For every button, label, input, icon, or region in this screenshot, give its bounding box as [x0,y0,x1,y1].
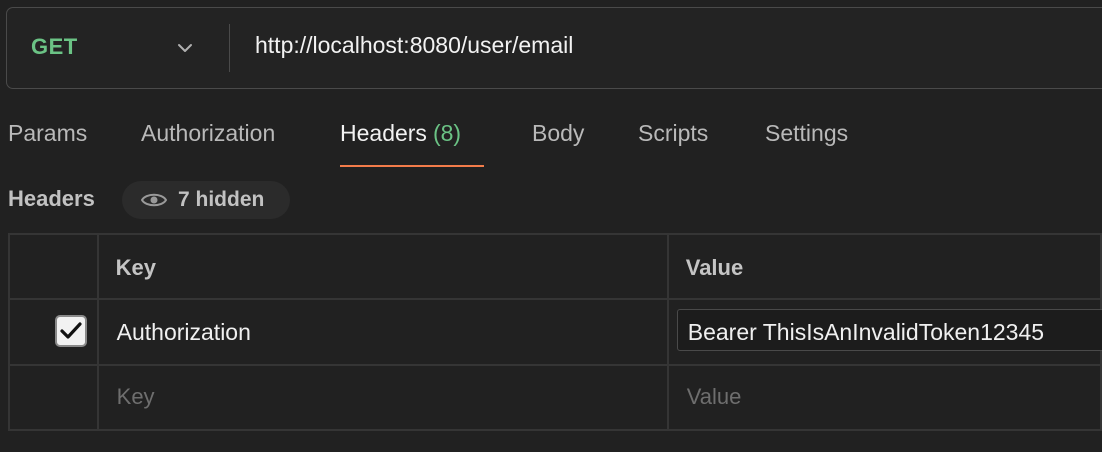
active-tab-indicator [340,165,484,167]
http-method-select[interactable]: GET [31,34,78,60]
headers-section-title: Headers [8,186,95,211]
tab-settings[interactable]: Settings [765,120,848,147]
hidden-headers-toggle[interactable]: 7 hidden [122,181,290,219]
row-key-text: Authorization [116,319,251,345]
column-header-checkbox [8,233,99,300]
row-key-cell[interactable]: Authorization [96,298,669,366]
tab-authorization[interactable]: Authorization [141,120,275,147]
row-checkbox-cell [8,298,99,366]
table-header-row: Key Value [8,233,1102,300]
tab-body[interactable]: Body [532,120,584,147]
row-value-cell: Bearer ThisIsAnInvalidToken12345 [666,298,1102,366]
new-value-placeholder: Value [686,384,742,409]
new-row-checkbox-cell [8,364,99,431]
request-tabs: Params Authorization Headers (8) Body Scr… [0,108,1102,170]
row-enabled-checkbox[interactable] [55,315,87,347]
column-header-value: Value [666,233,1102,300]
new-key-placeholder: Key [116,384,155,409]
tab-scripts[interactable]: Scripts [638,120,708,147]
tab-params[interactable]: Params [8,120,87,147]
row-value-input[interactable]: Bearer ThisIsAnInvalidToken12345 [676,309,1102,351]
new-row-key-cell[interactable]: Key [96,364,669,431]
new-row-value-cell[interactable]: Value [666,364,1102,431]
row-value-text: Bearer ThisIsAnInvalidToken12345 [687,319,1045,345]
column-header-key-label: Key [115,255,156,280]
new-header-row: Key Value [8,364,1102,431]
tab-headers[interactable]: Headers (8) [340,120,461,147]
hidden-headers-label: 7 hidden [178,188,265,211]
checkmark-icon [60,322,82,339]
request-url-bar: GET http://localhost:8080/user/email [6,7,1102,89]
chevron-down-icon[interactable] [175,38,195,58]
headers-table: Key Value Authorization Bearer ThisIsAnI… [8,233,1102,431]
tab-headers-label: Headers [340,120,427,146]
eye-icon [141,193,167,207]
tab-headers-count: (8) [432,120,462,146]
table-row: Authorization Bearer ThisIsAnInvalidToke… [8,298,1102,366]
url-input[interactable]: http://localhost:8080/user/email [255,32,573,59]
url-divider [229,24,230,72]
column-header-key: Key [96,233,669,300]
column-header-value-label: Value [685,255,744,280]
